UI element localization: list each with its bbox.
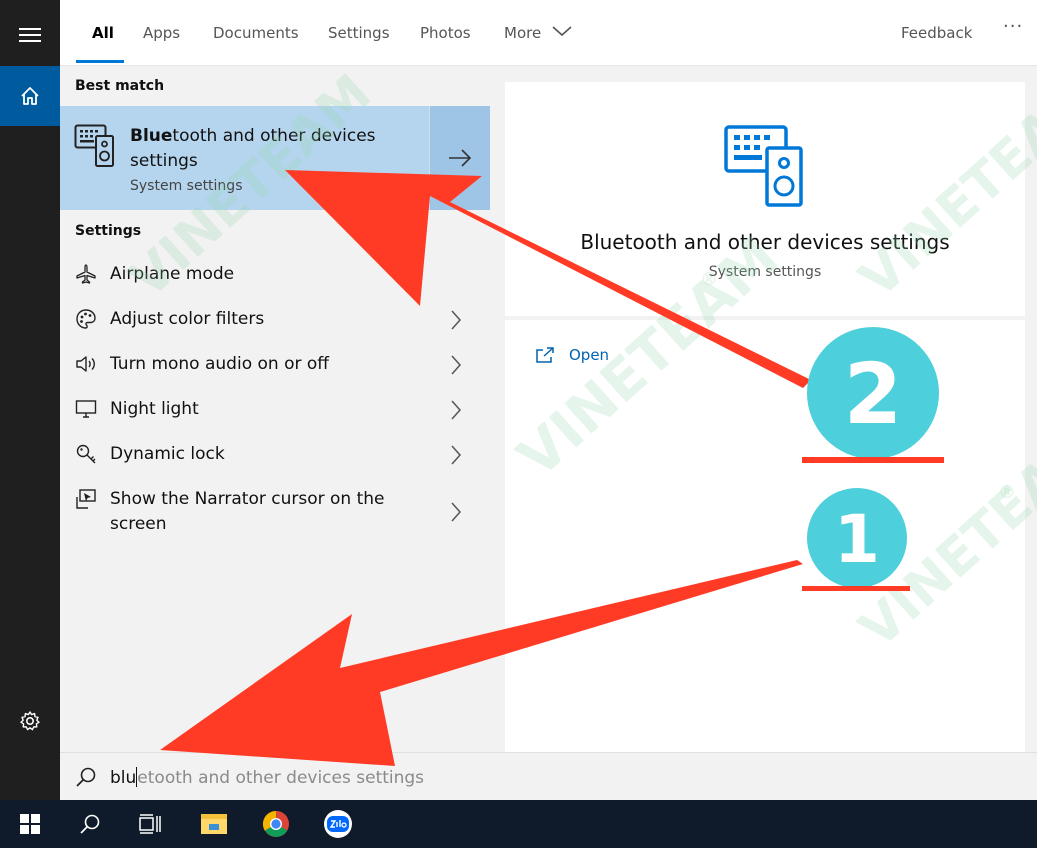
settings-heading: Settings xyxy=(75,223,142,239)
left-rail xyxy=(0,0,60,800)
active-tab-indicator xyxy=(76,60,124,63)
open-label: Open xyxy=(569,346,610,364)
start-button[interactable] xyxy=(0,800,60,848)
chrome-button[interactable] xyxy=(246,800,306,848)
search-suggestion-text: etooth and other devices settings xyxy=(137,768,425,788)
folder-icon xyxy=(201,814,227,834)
key-icon xyxy=(74,442,98,466)
search-typed-text: blu xyxy=(110,768,137,788)
list-item-label: Airplane mode xyxy=(110,264,235,284)
open-preview-button[interactable] xyxy=(429,106,490,210)
preview-card: Bluetooth and other devices settings Sys… xyxy=(505,82,1025,316)
best-match-result[interactable]: Bluetooth and other devices settings Sys… xyxy=(60,106,490,210)
gear-icon xyxy=(20,711,40,731)
list-item-label: Show the Narrator cursor on the screen xyxy=(110,489,385,534)
best-match-title: Bluetooth and other devices settings xyxy=(130,126,376,171)
arrow-right-icon xyxy=(449,149,472,167)
best-match-subtitle: System settings xyxy=(130,178,243,194)
chevron-right-icon xyxy=(451,502,462,522)
chevron-right-icon xyxy=(451,310,462,330)
list-item-label: Adjust color filters xyxy=(110,309,265,329)
windows-logo-icon xyxy=(20,814,40,834)
file-explorer-button[interactable] xyxy=(184,800,244,848)
search-icon xyxy=(80,814,100,834)
airplane-icon xyxy=(74,262,98,286)
chrome-icon xyxy=(262,810,289,837)
monitor-icon xyxy=(74,397,98,421)
task-view-button[interactable] xyxy=(120,800,180,848)
tab-more-label: More xyxy=(504,24,542,42)
search-box[interactable]: bluetooth and other devices settings xyxy=(60,752,1037,800)
chevron-down-icon xyxy=(552,26,572,37)
zalo-button[interactable] xyxy=(308,800,368,848)
open-external-icon xyxy=(536,347,554,363)
tab-more[interactable]: More xyxy=(504,24,572,42)
search-scope-tabs: All Apps Documents Settings Photos More … xyxy=(60,0,1037,66)
home-icon xyxy=(21,87,39,105)
speaker-icon xyxy=(74,352,98,376)
taskbar-search-button[interactable] xyxy=(60,800,120,848)
hamburger-menu-button[interactable] xyxy=(0,10,60,60)
chevron-right-icon xyxy=(451,445,462,465)
task-view-icon xyxy=(139,814,161,834)
chevron-right-icon xyxy=(451,400,462,420)
home-button[interactable] xyxy=(0,66,60,126)
best-match-heading: Best match xyxy=(75,78,165,94)
feedback-link[interactable]: Feedback xyxy=(901,24,972,42)
results-pane: Best match Bluetooth and other devices s… xyxy=(60,66,490,752)
search-input[interactable]: bluetooth and other devices settings xyxy=(110,767,424,788)
list-item-label: Night light xyxy=(110,399,199,419)
palette-icon xyxy=(74,307,98,331)
bluetooth-devices-icon xyxy=(724,125,803,207)
search-icon xyxy=(76,767,96,787)
preview-title: Bluetooth and other devices settings xyxy=(580,230,950,254)
tab-all[interactable]: All xyxy=(92,24,114,42)
preview-actions: Open xyxy=(505,320,1025,752)
tab-documents[interactable]: Documents xyxy=(213,24,299,42)
chevron-right-icon xyxy=(451,355,462,375)
narrator-icon xyxy=(74,487,98,511)
list-item-label: Dynamic lock xyxy=(110,444,225,464)
list-item-label: Turn mono audio on or off xyxy=(110,354,329,374)
bluetooth-devices-icon xyxy=(74,124,114,167)
preview-subtitle: System settings xyxy=(708,264,822,280)
tab-settings[interactable]: Settings xyxy=(328,24,390,42)
zalo-icon xyxy=(324,810,352,838)
more-options-button[interactable]: ··· xyxy=(1003,16,1023,37)
taskbar xyxy=(0,800,1037,848)
hamburger-icon xyxy=(19,28,41,42)
open-button[interactable]: Open xyxy=(535,346,609,364)
tab-apps[interactable]: Apps xyxy=(143,24,180,42)
tab-photos[interactable]: Photos xyxy=(420,24,471,42)
settings-button[interactable] xyxy=(0,696,60,746)
